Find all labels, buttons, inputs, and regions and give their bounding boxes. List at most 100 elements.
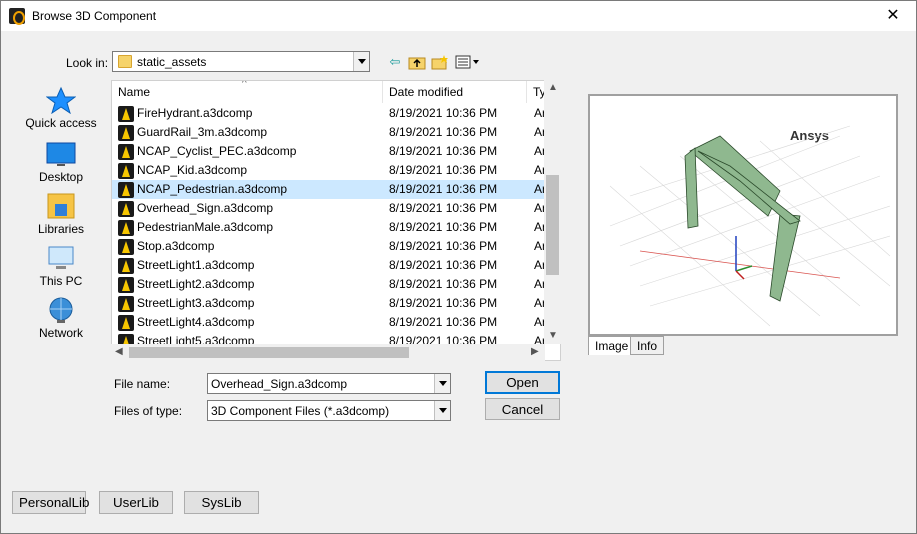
app-icon bbox=[9, 8, 25, 25]
file-name: PedestrianMale.a3dcomp bbox=[137, 220, 274, 234]
file-name-value: Overhead_Sign.a3dcomp bbox=[211, 377, 348, 391]
user-lib-button[interactable]: UserLib bbox=[99, 491, 173, 514]
place-network[interactable]: Network bbox=[12, 290, 110, 340]
file-name: GuardRail_3m.a3dcomp bbox=[137, 125, 268, 139]
vertical-scrollbar[interactable]: ▲ ▼ bbox=[544, 80, 561, 344]
place-quick-access[interactable]: Quick access bbox=[12, 80, 110, 130]
a3dcomp-file-icon bbox=[118, 182, 134, 198]
title-bar: Browse 3D Component ✕ bbox=[0, 0, 917, 31]
new-folder-icon[interactable] bbox=[431, 54, 449, 70]
look-in-value: static_assets bbox=[137, 55, 207, 69]
file-name: StreetLight4.a3dcomp bbox=[137, 315, 255, 329]
place-label: This PC bbox=[39, 274, 83, 288]
desktop-icon bbox=[46, 140, 76, 166]
file-date: 8/19/2021 10:36 PM bbox=[389, 182, 498, 196]
window-title: Browse 3D Component bbox=[32, 9, 157, 23]
a3dcomp-file-icon bbox=[118, 296, 134, 312]
chevron-down-icon[interactable] bbox=[434, 374, 450, 393]
back-arrow-icon[interactable]: ⇦ bbox=[386, 54, 404, 70]
a3dcomp-file-icon bbox=[118, 315, 134, 331]
file-row[interactable]: StreetLight4.a3dcomp 8/19/2021 10:36 PM Ar bbox=[112, 313, 546, 332]
file-date: 8/19/2021 10:36 PM bbox=[389, 125, 498, 139]
file-date: 8/19/2021 10:36 PM bbox=[389, 258, 498, 272]
file-name: Overhead_Sign.a3dcomp bbox=[137, 201, 274, 215]
file-name: StreetLight3.a3dcomp bbox=[137, 296, 255, 310]
file-date: 8/19/2021 10:36 PM bbox=[389, 106, 498, 120]
a3dcomp-file-icon bbox=[118, 220, 134, 236]
file-name-label: File name: bbox=[114, 377, 171, 391]
file-name: NCAP_Kid.a3dcomp bbox=[137, 163, 248, 177]
file-date: 8/19/2021 10:36 PM bbox=[389, 239, 498, 253]
a3dcomp-file-icon bbox=[118, 201, 134, 217]
file-row[interactable]: NCAP_Kid.a3dcomp 8/19/2021 10:36 PM Ar bbox=[112, 161, 546, 180]
column-header-name[interactable]: Name bbox=[112, 81, 383, 103]
place-label: Desktop bbox=[38, 170, 84, 184]
look-in-label: Look in: bbox=[66, 56, 109, 70]
star-icon bbox=[45, 86, 77, 115]
file-row[interactable]: Overhead_Sign.a3dcomp 8/19/2021 10:36 PM A… bbox=[112, 199, 546, 218]
place-desktop[interactable]: Desktop bbox=[12, 134, 110, 184]
scroll-left-icon[interactable]: ◀ bbox=[115, 346, 123, 357]
place-label: Libraries bbox=[37, 222, 85, 236]
column-header-date[interactable]: Date modified bbox=[383, 81, 527, 103]
place-libraries[interactable]: Libraries bbox=[12, 186, 110, 236]
personal-lib-button[interactable]: PersonalLib bbox=[12, 491, 89, 514]
network-icon bbox=[46, 296, 76, 323]
file-date: 8/19/2021 10:36 PM bbox=[389, 277, 498, 291]
place-label: Network bbox=[38, 326, 83, 340]
file-date: 8/19/2021 10:36 PM bbox=[389, 315, 498, 329]
up-folder-icon[interactable] bbox=[408, 54, 426, 70]
a3dcomp-file-icon bbox=[118, 106, 134, 122]
file-name: Stop.a3dcomp bbox=[137, 239, 215, 253]
file-row[interactable]: NCAP_Cyclist_PEC.a3dcomp 8/19/2021 10:36 … bbox=[112, 142, 546, 161]
view-menu-icon[interactable] bbox=[455, 54, 481, 70]
file-row[interactable]: FireHydrant.a3dcomp 8/19/2021 10:36 PM Ar bbox=[112, 104, 546, 123]
scroll-up-icon[interactable]: ▲ bbox=[548, 82, 558, 93]
open-button[interactable]: Open bbox=[485, 371, 560, 394]
file-row[interactable]: StreetLight1.a3dcomp 8/19/2021 10:36 PM Ar bbox=[112, 256, 546, 275]
file-row[interactable]: GuardRail_3m.a3dcomp 8/19/2021 10:36 PM Ar bbox=[112, 123, 546, 142]
file-type-label: Files of type: bbox=[114, 404, 183, 418]
chevron-down-icon[interactable] bbox=[353, 52, 369, 71]
file-list[interactable]: ^ Name Date modified Ty FireHydrant.a3dc… bbox=[111, 80, 561, 361]
file-date: 8/19/2021 10:36 PM bbox=[389, 296, 498, 310]
place-label: Quick access bbox=[25, 116, 97, 130]
cancel-button[interactable]: Cancel bbox=[485, 398, 560, 420]
file-name: NCAP_Cyclist_PEC.a3dcomp bbox=[137, 144, 297, 158]
scroll-thumb[interactable] bbox=[129, 347, 409, 358]
file-name: NCAP_Pedestrian.a3dcomp bbox=[137, 182, 288, 196]
file-row[interactable]: NCAP_Pedestrian.a3dcomp 8/19/2021 10:36 P… bbox=[112, 180, 546, 199]
file-row[interactable]: StreetLight2.a3dcomp 8/19/2021 10:36 PM Ar bbox=[112, 275, 546, 294]
folder-icon bbox=[118, 55, 132, 68]
close-icon[interactable]: ✕ bbox=[878, 5, 908, 27]
a3dcomp-file-icon bbox=[118, 239, 134, 255]
file-name-field[interactable]: Overhead_Sign.a3dcomp bbox=[207, 373, 451, 394]
scroll-down-icon[interactable]: ▼ bbox=[548, 330, 558, 341]
a3dcomp-file-icon bbox=[118, 163, 134, 179]
a3dcomp-file-icon bbox=[118, 125, 134, 141]
file-date: 8/19/2021 10:36 PM bbox=[389, 144, 498, 158]
preview-pane: Ansys bbox=[588, 94, 898, 336]
chevron-down-icon[interactable] bbox=[434, 401, 450, 420]
look-in-combo[interactable]: static_assets bbox=[112, 51, 370, 72]
horizontal-scrollbar[interactable]: ◀ ▶ bbox=[111, 344, 545, 361]
file-date: 8/19/2021 10:36 PM bbox=[389, 201, 498, 215]
file-type-select[interactable]: 3D Component Files (*.a3dcomp) bbox=[207, 400, 451, 421]
file-name: FireHydrant.a3dcomp bbox=[137, 106, 253, 120]
tab-image[interactable]: Image bbox=[588, 336, 636, 355]
preview-image bbox=[609, 125, 891, 327]
scroll-thumb[interactable] bbox=[546, 175, 559, 275]
tab-info[interactable]: Info bbox=[630, 336, 665, 355]
sys-lib-button[interactable]: SysLib bbox=[184, 491, 259, 514]
file-row[interactable]: PedestrianMale.a3dcomp 8/19/2021 10:36 PM… bbox=[112, 218, 546, 237]
libraries-icon bbox=[46, 192, 76, 219]
place-this-pc[interactable]: This PC bbox=[12, 238, 110, 288]
a3dcomp-file-icon bbox=[118, 258, 134, 274]
scroll-right-icon[interactable]: ▶ bbox=[531, 346, 539, 357]
computer-icon bbox=[46, 244, 76, 270]
file-type-value: 3D Component Files (*.a3dcomp) bbox=[211, 404, 390, 418]
file-row[interactable]: Stop.a3dcomp 8/19/2021 10:36 PM Ar bbox=[112, 237, 546, 256]
file-name: StreetLight2.a3dcomp bbox=[137, 277, 255, 291]
file-row[interactable]: StreetLight3.a3dcomp 8/19/2021 10:36 PM Ar bbox=[112, 294, 546, 313]
file-date: 8/19/2021 10:36 PM bbox=[389, 220, 498, 234]
